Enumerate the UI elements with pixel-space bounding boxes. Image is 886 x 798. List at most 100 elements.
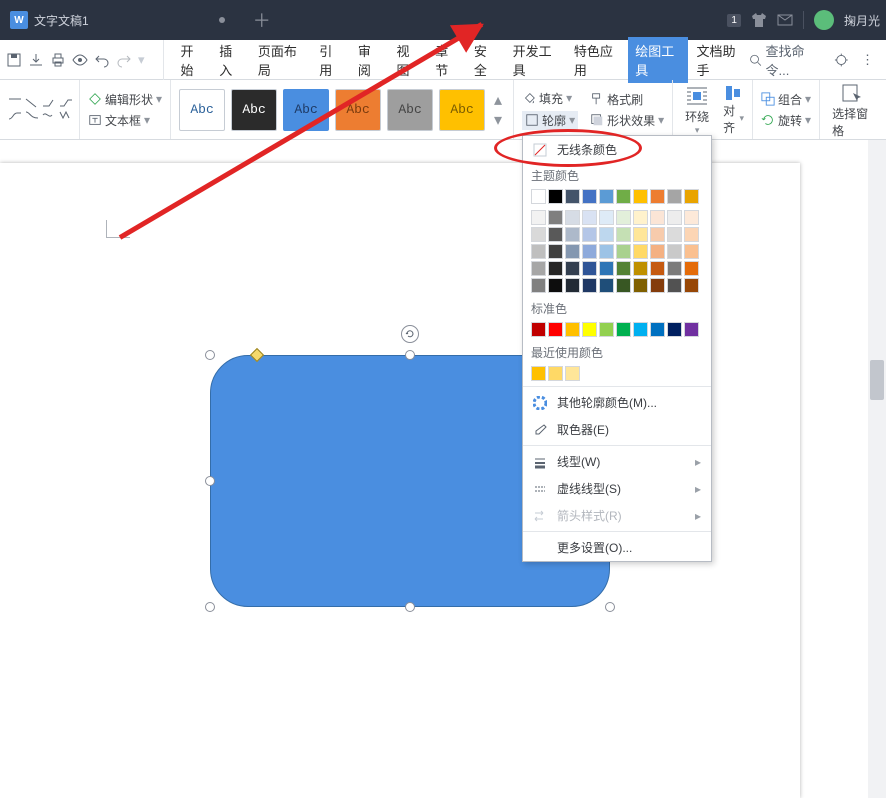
group-button[interactable]: 组合▾ xyxy=(761,91,811,108)
style-swatch-1[interactable]: Abc xyxy=(179,89,225,131)
document-title[interactable]: 文字文稿1 xyxy=(34,12,89,29)
color-swatch[interactable] xyxy=(565,366,580,381)
color-swatch[interactable] xyxy=(684,227,699,242)
color-swatch[interactable] xyxy=(616,278,631,293)
color-swatch[interactable] xyxy=(531,227,546,242)
eyedropper-item[interactable]: 取色器(E) xyxy=(523,416,711,443)
no-line-color-item[interactable]: 无线条颜色 xyxy=(523,136,711,163)
color-swatch[interactable] xyxy=(650,278,665,293)
color-swatch[interactable] xyxy=(599,244,614,259)
resize-handle-n[interactable] xyxy=(405,350,415,360)
menu-references[interactable]: 引用 xyxy=(312,37,349,83)
color-swatch[interactable] xyxy=(548,210,563,225)
color-swatch[interactable] xyxy=(633,261,648,276)
shape-styles[interactable]: Abc Abc Abc Abc Abc Abc ▴▾ xyxy=(171,80,514,139)
color-swatch[interactable] xyxy=(684,244,699,259)
color-swatch[interactable] xyxy=(582,244,597,259)
resize-handle-sw[interactable] xyxy=(205,602,215,612)
menu-insert[interactable]: 插入 xyxy=(212,37,249,83)
color-swatch[interactable] xyxy=(684,278,699,293)
color-swatch[interactable] xyxy=(548,278,563,293)
color-swatch[interactable] xyxy=(667,322,682,337)
color-swatch[interactable] xyxy=(684,261,699,276)
message-icon[interactable] xyxy=(777,12,793,28)
line-type-item[interactable]: 线型(W)▸ xyxy=(523,448,711,475)
preview-icon[interactable] xyxy=(72,52,88,68)
export-icon[interactable] xyxy=(28,52,44,68)
rotate-handle[interactable] xyxy=(401,325,419,343)
color-swatch[interactable] xyxy=(667,227,682,242)
print-icon[interactable] xyxy=(50,52,66,68)
color-swatch[interactable] xyxy=(667,244,682,259)
user-avatar[interactable] xyxy=(814,10,834,30)
color-swatch[interactable] xyxy=(599,278,614,293)
color-swatch[interactable] xyxy=(599,261,614,276)
shapes-gallery[interactable] xyxy=(8,98,73,121)
color-swatch[interactable] xyxy=(582,227,597,242)
command-search[interactable]: 查找命令... xyxy=(749,41,823,79)
fill-button[interactable]: 填充▾ xyxy=(522,90,578,107)
document-canvas[interactable]: 无线条颜色 主题颜色 标准色 最近使用颜色 其他轮廓颜色(M)... 取色器(E… xyxy=(0,140,886,798)
color-swatch[interactable] xyxy=(548,189,563,204)
style-swatch-6[interactable]: Abc xyxy=(439,89,485,131)
menu-start[interactable]: 开始 xyxy=(174,37,211,83)
color-swatch[interactable] xyxy=(616,244,631,259)
format-painter-button[interactable]: 格式刷 xyxy=(590,91,664,108)
color-swatch[interactable] xyxy=(616,322,631,337)
text-box-button[interactable]: 文本框▾ xyxy=(88,112,162,129)
color-swatch[interactable] xyxy=(582,261,597,276)
settings-icon[interactable] xyxy=(834,52,849,68)
color-swatch[interactable] xyxy=(599,189,614,204)
color-swatch[interactable] xyxy=(531,322,546,337)
color-swatch[interactable] xyxy=(633,244,648,259)
notification-badge[interactable]: 1 xyxy=(727,14,741,27)
more-icon[interactable]: ⋮ xyxy=(855,52,880,68)
rotate-button[interactable]: 旋转▾ xyxy=(761,112,811,129)
color-swatch[interactable] xyxy=(616,227,631,242)
color-swatch[interactable] xyxy=(565,227,580,242)
color-swatch[interactable] xyxy=(565,244,580,259)
user-name[interactable]: 掬月光 xyxy=(844,12,880,29)
color-swatch[interactable] xyxy=(650,189,665,204)
style-gallery-more-icon[interactable]: ▴▾ xyxy=(491,90,505,130)
redo-icon[interactable] xyxy=(116,52,132,68)
color-swatch[interactable] xyxy=(633,227,648,242)
color-swatch[interactable] xyxy=(616,261,631,276)
color-swatch[interactable] xyxy=(565,261,580,276)
dash-type-item[interactable]: 虚线线型(S)▸ xyxy=(523,475,711,502)
more-settings-item[interactable]: 更多设置(O)... xyxy=(523,534,711,561)
style-swatch-2[interactable]: Abc xyxy=(231,89,277,131)
color-swatch[interactable] xyxy=(531,278,546,293)
align-button[interactable]: 对齐▾ xyxy=(723,84,744,136)
color-swatch[interactable] xyxy=(650,244,665,259)
color-swatch[interactable] xyxy=(650,210,665,225)
shape-effects-button[interactable]: 形状效果▾ xyxy=(590,112,664,129)
edit-shape-button[interactable]: 编辑形状▾ xyxy=(88,91,162,108)
color-swatch[interactable] xyxy=(633,210,648,225)
color-swatch[interactable] xyxy=(582,278,597,293)
color-swatch[interactable] xyxy=(616,189,631,204)
color-swatch[interactable] xyxy=(684,322,699,337)
color-swatch[interactable] xyxy=(667,261,682,276)
wrap-button[interactable]: 环绕▾ xyxy=(681,84,713,136)
color-swatch[interactable] xyxy=(633,322,648,337)
menu-drawtools[interactable]: 绘图工具 xyxy=(628,37,687,83)
skin-icon[interactable] xyxy=(751,12,767,28)
color-swatch[interactable] xyxy=(650,261,665,276)
color-swatch[interactable] xyxy=(548,366,563,381)
resize-handle-s[interactable] xyxy=(405,602,415,612)
color-swatch[interactable] xyxy=(599,227,614,242)
color-swatch[interactable] xyxy=(616,210,631,225)
menu-review[interactable]: 审阅 xyxy=(351,37,388,83)
style-swatch-5[interactable]: Abc xyxy=(387,89,433,131)
outline-button[interactable]: 轮廓▾ xyxy=(522,111,578,130)
color-swatch[interactable] xyxy=(565,189,580,204)
color-swatch[interactable] xyxy=(582,210,597,225)
menu-special[interactable]: 特色应用 xyxy=(567,37,626,83)
color-swatch[interactable] xyxy=(531,366,546,381)
color-swatch[interactable] xyxy=(650,227,665,242)
color-swatch[interactable] xyxy=(582,322,597,337)
vertical-scrollbar[interactable] xyxy=(868,140,886,798)
color-swatch[interactable] xyxy=(633,278,648,293)
color-swatch[interactable] xyxy=(531,210,546,225)
